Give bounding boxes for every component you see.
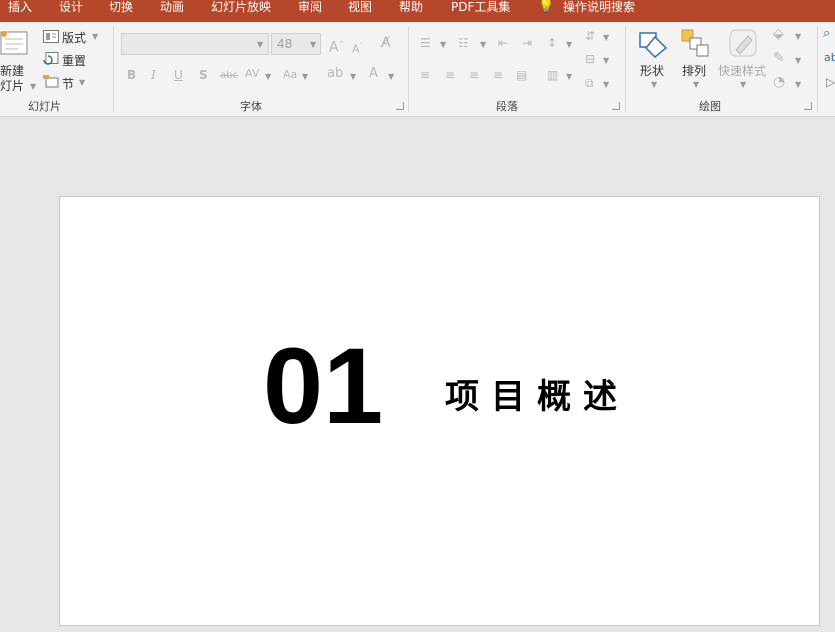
chevron-down-icon[interactable]: ▼ bbox=[566, 40, 572, 49]
distributed-icon[interactable]: ▤ bbox=[516, 69, 527, 81]
italic-icon[interactable]: I bbox=[151, 69, 156, 81]
columns-icon[interactable]: ▥ bbox=[547, 69, 558, 81]
group-divider bbox=[113, 26, 114, 112]
menu-insert[interactable]: 插入 bbox=[8, 0, 32, 14]
shrink-font-icon[interactable]: Aˇ bbox=[352, 40, 363, 56]
layout-icon[interactable] bbox=[43, 30, 59, 43]
chevron-down-icon[interactable]: ▼ bbox=[310, 40, 316, 49]
align-right-icon[interactable]: ≡ bbox=[469, 69, 479, 81]
quick-styles-button[interactable]: 快速样式 bbox=[718, 62, 766, 79]
new-slide-label-2[interactable]: 灯片 bbox=[0, 77, 24, 94]
group-label-paragraph: 段落 bbox=[496, 100, 518, 113]
bold-icon[interactable]: B bbox=[127, 69, 136, 81]
new-slide-icon[interactable] bbox=[0, 30, 28, 56]
chevron-down-icon[interactable]: ▼ bbox=[651, 80, 657, 89]
lightbulb-icon[interactable]: 💡 bbox=[538, 0, 554, 14]
font-name-field[interactable] bbox=[121, 33, 269, 55]
chevron-down-icon[interactable]: ▼ bbox=[302, 72, 308, 81]
ribbon: 新建 灯片 ▼ 版式 ▼ 重置 节 ▼ 幻灯片 ▼ 48 ▼ A^ Aˇ A̸ … bbox=[0, 22, 835, 117]
slide-section-title[interactable]: 项目概述 bbox=[445, 377, 629, 417]
underline-icon[interactable]: U bbox=[174, 69, 183, 81]
line-spacing-icon[interactable]: ↕ bbox=[547, 37, 557, 49]
drawing-dialog-launcher-icon[interactable] bbox=[804, 102, 812, 110]
chevron-down-icon[interactable]: ▼ bbox=[265, 72, 271, 81]
chevron-down-icon[interactable]: ▼ bbox=[388, 72, 394, 81]
chevron-down-icon[interactable]: ▼ bbox=[693, 80, 699, 89]
menu-design[interactable]: 设计 bbox=[59, 0, 83, 14]
group-divider bbox=[625, 26, 626, 112]
menu-review[interactable]: 审阅 bbox=[298, 0, 322, 14]
group-label-slides: 幻灯片 bbox=[28, 100, 61, 113]
chevron-down-icon[interactable]: ▼ bbox=[603, 80, 609, 89]
numbering-icon[interactable]: ☷ bbox=[458, 37, 469, 49]
reset-icon[interactable] bbox=[43, 52, 59, 65]
shape-outline-icon[interactable]: ✎ bbox=[773, 51, 785, 65]
font-dialog-launcher-icon[interactable] bbox=[396, 102, 404, 110]
chevron-down-icon[interactable]: ▼ bbox=[30, 82, 36, 91]
align-left-icon[interactable]: ≡ bbox=[420, 69, 430, 81]
layout-button[interactable]: 版式 bbox=[62, 29, 86, 46]
group-label-drawing: 绘图 bbox=[699, 100, 721, 113]
menu-help[interactable]: 帮助 bbox=[399, 0, 423, 14]
chevron-down-icon[interactable]: ▼ bbox=[795, 80, 801, 89]
align-center-icon[interactable]: ≡ bbox=[445, 69, 455, 81]
paragraph-dialog-launcher-icon[interactable] bbox=[612, 102, 620, 110]
menu-bar: 插入 设计 切换 动画 幻灯片放映 审阅 视图 帮助 PDF工具集 💡 操作说明… bbox=[0, 0, 835, 22]
chevron-down-icon[interactable]: ▼ bbox=[603, 33, 609, 42]
shapes-icon[interactable] bbox=[638, 28, 668, 58]
slide-canvas[interactable]: 01 项目概述 bbox=[59, 196, 820, 626]
clear-format-icon[interactable]: A̸ bbox=[381, 36, 391, 50]
chevron-down-icon[interactable]: ▼ bbox=[257, 40, 263, 49]
arrange-button[interactable]: 排列 bbox=[682, 62, 706, 79]
menu-slideshow[interactable]: 幻灯片放映 bbox=[211, 0, 271, 14]
shape-fill-icon[interactable]: ⬙ bbox=[773, 27, 784, 41]
chevron-down-icon[interactable]: ▼ bbox=[603, 56, 609, 65]
smartart-icon[interactable]: ⧉ bbox=[585, 77, 594, 89]
group-divider bbox=[408, 26, 409, 112]
chevron-down-icon[interactable]: ▼ bbox=[350, 72, 356, 81]
highlight-icon[interactable]: ab bbox=[327, 67, 343, 80]
shape-effects-icon[interactable]: ◔ bbox=[773, 75, 785, 89]
chevron-down-icon[interactable]: ▼ bbox=[92, 32, 98, 41]
chevron-down-icon[interactable]: ▼ bbox=[566, 72, 572, 81]
grow-font-icon[interactable]: A^ bbox=[329, 38, 344, 55]
group-divider bbox=[817, 26, 818, 112]
quick-styles-icon[interactable] bbox=[728, 28, 758, 58]
decrease-indent-icon[interactable]: ⇤ bbox=[498, 37, 508, 49]
chevron-down-icon[interactable]: ▼ bbox=[79, 78, 85, 87]
replace-icon[interactable]: ab bbox=[824, 52, 835, 64]
justify-icon[interactable]: ≡ bbox=[493, 69, 503, 81]
chevron-down-icon[interactable]: ▼ bbox=[795, 56, 801, 65]
text-direction-icon[interactable]: ⇵ bbox=[585, 30, 595, 42]
bullets-icon[interactable]: ☰ bbox=[420, 37, 431, 49]
chevron-down-icon[interactable]: ▼ bbox=[480, 40, 486, 49]
tell-me-search[interactable]: 操作说明搜索 bbox=[563, 0, 635, 14]
strikethrough-icon[interactable]: abc bbox=[220, 70, 238, 82]
menu-pdf-tools[interactable]: PDF工具集 bbox=[451, 0, 510, 14]
char-spacing-icon[interactable]: AV bbox=[245, 68, 259, 80]
font-color-icon[interactable]: A bbox=[369, 67, 378, 80]
slide-section-number[interactable]: 01 bbox=[263, 332, 383, 440]
menu-transitions[interactable]: 切换 bbox=[109, 0, 133, 14]
reset-button[interactable]: 重置 bbox=[62, 52, 86, 69]
align-text-icon[interactable]: ⊟ bbox=[585, 53, 595, 65]
group-label-font: 字体 bbox=[240, 100, 262, 113]
increase-indent-icon[interactable]: ⇥ bbox=[522, 37, 532, 49]
shadow-icon[interactable]: S bbox=[199, 69, 208, 81]
arrange-icon[interactable] bbox=[681, 28, 709, 58]
section-button[interactable]: 节 bbox=[62, 75, 74, 92]
section-icon[interactable] bbox=[43, 75, 59, 88]
menu-view[interactable]: 视图 bbox=[348, 0, 372, 14]
select-icon[interactable]: ▷ bbox=[826, 76, 835, 88]
chevron-down-icon[interactable]: ▼ bbox=[795, 32, 801, 41]
change-case-icon[interactable]: Aa bbox=[283, 69, 297, 81]
chevron-down-icon[interactable]: ▼ bbox=[740, 80, 746, 89]
find-icon[interactable]: ⌕ bbox=[823, 27, 830, 40]
shapes-button[interactable]: 形状 bbox=[640, 62, 664, 79]
chevron-down-icon[interactable]: ▼ bbox=[440, 40, 446, 49]
menu-animations[interactable]: 动画 bbox=[160, 0, 184, 14]
